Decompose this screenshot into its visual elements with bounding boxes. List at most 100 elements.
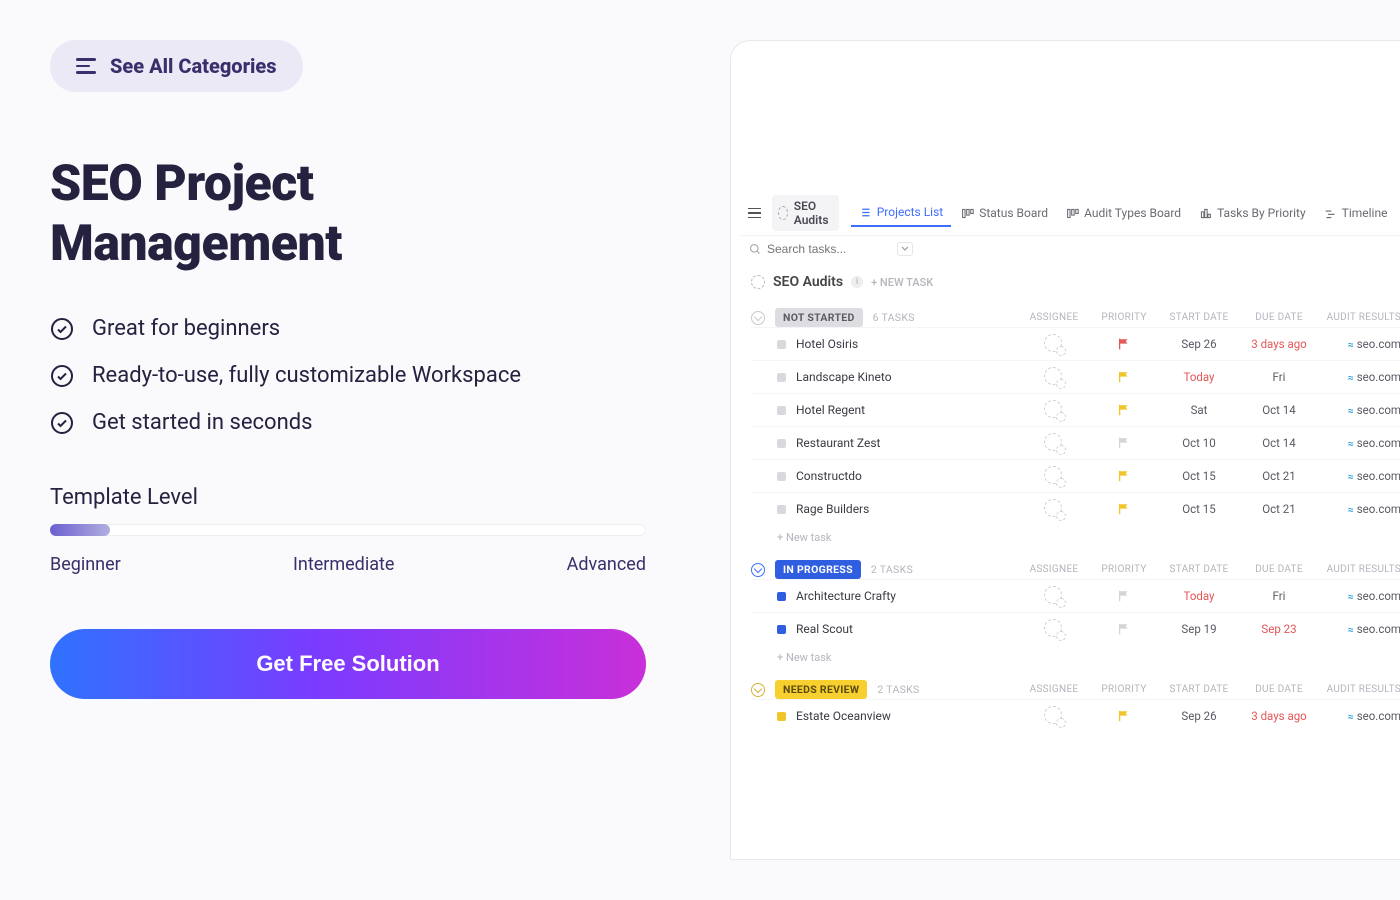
assignee-icon[interactable] [1044, 619, 1064, 639]
audit-results-link[interactable]: ≈seo.com [1319, 622, 1400, 636]
due-date[interactable]: Fri [1239, 589, 1319, 603]
assignee-icon[interactable] [1044, 586, 1064, 606]
check-circle-icon [50, 317, 74, 341]
group-badge[interactable]: NOT STARTED [775, 308, 863, 327]
feature-item: Get started in seconds [50, 410, 680, 435]
assignee-icon[interactable] [1044, 367, 1064, 387]
assignee-icon[interactable] [1044, 433, 1064, 453]
priority-flag-icon[interactable] [1089, 403, 1159, 417]
audit-results-link[interactable]: ≈seo.com [1319, 403, 1400, 417]
due-date[interactable]: Fri [1239, 370, 1319, 384]
tab-audit-types[interactable]: Audit Types Board [1058, 200, 1189, 226]
priority-flag-icon[interactable] [1089, 337, 1159, 351]
group-badge[interactable]: IN PROGRESS [775, 560, 861, 579]
audit-results-link[interactable]: ≈seo.com [1319, 337, 1400, 351]
start-date[interactable]: Oct 15 [1159, 469, 1239, 483]
assignee-icon[interactable] [1044, 499, 1064, 519]
tab-timeline[interactable]: Timeline [1316, 200, 1396, 226]
task-row[interactable]: Architecture Crafty Today Fri ≈seo.com [751, 579, 1400, 612]
priority-flag-icon[interactable] [1089, 502, 1159, 516]
start-date[interactable]: Today [1159, 370, 1239, 384]
task-row[interactable]: Hotel Regent Sat Oct 14 ≈seo.com [751, 393, 1400, 426]
task-name: Hotel Regent [796, 403, 1019, 417]
status-square-icon [777, 625, 786, 634]
priority-flag-icon[interactable] [1089, 589, 1159, 603]
task-row[interactable]: Landscape Kineto Today Fri ≈seo.com [751, 360, 1400, 393]
menu-icon[interactable] [745, 205, 764, 222]
task-row[interactable]: Constructdo Oct 15 Oct 21 ≈seo.com [751, 459, 1400, 492]
new-task-row[interactable]: + New task [751, 525, 1400, 550]
task-row[interactable]: Restaurant Zest Oct 10 Oct 14 ≈seo.com [751, 426, 1400, 459]
due-date[interactable]: 3 days ago [1239, 709, 1319, 723]
due-date[interactable]: Oct 14 [1239, 403, 1319, 417]
new-task-row[interactable]: + New task [751, 645, 1400, 670]
priority-flag-icon[interactable] [1089, 709, 1159, 723]
tab-tasks-priority[interactable]: Tasks By Priority [1191, 200, 1314, 226]
tab-status-board[interactable]: Status Board [953, 200, 1056, 226]
audit-results-link[interactable]: ≈seo.com [1319, 436, 1400, 450]
priority-flag-icon[interactable] [1089, 370, 1159, 384]
get-free-solution-button[interactable]: Get Free Solution [50, 629, 646, 699]
feature-item: Great for beginners [50, 316, 680, 341]
start-date[interactable]: Sep 19 [1159, 622, 1239, 636]
start-date[interactable]: Sep 26 [1159, 709, 1239, 723]
start-date[interactable]: Today [1159, 589, 1239, 603]
info-icon[interactable]: i [851, 276, 863, 288]
status-square-icon [777, 340, 786, 349]
status-square-icon [777, 373, 786, 382]
group-badge[interactable]: NEEDS REVIEW [775, 680, 867, 699]
group-toggle-icon[interactable] [751, 311, 765, 325]
priority-flag-icon[interactable] [1089, 622, 1159, 636]
audit-results-link[interactable]: ≈seo.com [1319, 709, 1400, 723]
see-all-categories-button[interactable]: See All Categories [50, 40, 303, 92]
search-input[interactable] [767, 242, 887, 256]
assignee-icon[interactable] [1044, 334, 1064, 354]
group-count: 6 TASKS [873, 311, 915, 324]
start-date[interactable]: Sep 26 [1159, 337, 1239, 351]
priority-flag-icon[interactable] [1089, 469, 1159, 483]
task-row[interactable]: Hotel Osiris Sep 26 3 days ago ≈seo.com [751, 327, 1400, 360]
search-dropdown-button[interactable] [897, 242, 913, 256]
group-toggle-icon[interactable] [751, 683, 765, 697]
priority-flag-icon[interactable] [1089, 436, 1159, 450]
assignee-icon[interactable] [1044, 400, 1064, 420]
audit-results-link[interactable]: ≈seo.com [1319, 589, 1400, 603]
status-square-icon [777, 712, 786, 721]
task-row[interactable]: Estate Oceanview Sep 26 3 days ago ≈seo.… [751, 699, 1400, 732]
group-toggle-icon[interactable] [751, 563, 765, 577]
timeline-icon [1324, 207, 1337, 220]
list-icon [859, 206, 872, 219]
search-icon [749, 243, 761, 255]
new-task-button-top[interactable]: + NEW TASK [871, 276, 933, 289]
task-name: Architecture Crafty [796, 589, 1019, 603]
start-date[interactable]: Oct 10 [1159, 436, 1239, 450]
task-name: Real Scout [796, 622, 1019, 636]
group-needs_review: NEEDS REVIEW 2 TASKS ASSIGNEE PRIORITY S… [751, 680, 1400, 732]
assignee-icon[interactable] [1044, 706, 1064, 726]
check-circle-icon [50, 411, 74, 435]
priority-icon [1199, 207, 1212, 220]
template-level-bar [50, 524, 646, 536]
due-date[interactable]: Oct 14 [1239, 436, 1319, 450]
assignee-icon[interactable] [1044, 466, 1064, 486]
due-date[interactable]: 3 days ago [1239, 337, 1319, 351]
group-count: 2 TASKS [877, 683, 919, 696]
task-name: Constructdo [796, 469, 1019, 483]
hamburger-icon [76, 58, 96, 74]
start-date[interactable]: Oct 15 [1159, 502, 1239, 516]
due-date[interactable]: Sep 23 [1239, 622, 1319, 636]
tab-projects-list[interactable]: Projects List [851, 199, 951, 227]
audit-results-link[interactable]: ≈seo.com [1319, 502, 1400, 516]
start-date[interactable]: Sat [1159, 403, 1239, 417]
task-row[interactable]: Rage Builders Oct 15 Oct 21 ≈seo.com [751, 492, 1400, 525]
chevron-down-icon [901, 246, 909, 252]
due-date[interactable]: Oct 21 [1239, 469, 1319, 483]
task-row[interactable]: Real Scout Sep 19 Sep 23 ≈seo.com [751, 612, 1400, 645]
audit-results-link[interactable]: ≈seo.com [1319, 370, 1400, 384]
due-date[interactable]: Oct 21 [1239, 502, 1319, 516]
audit-results-link[interactable]: ≈seo.com [1319, 469, 1400, 483]
workspace-chip[interactable]: SEO Audits [772, 195, 839, 231]
status-square-icon [777, 592, 786, 601]
page-title: SEO Project Management [50, 154, 680, 274]
target-icon [751, 275, 765, 289]
